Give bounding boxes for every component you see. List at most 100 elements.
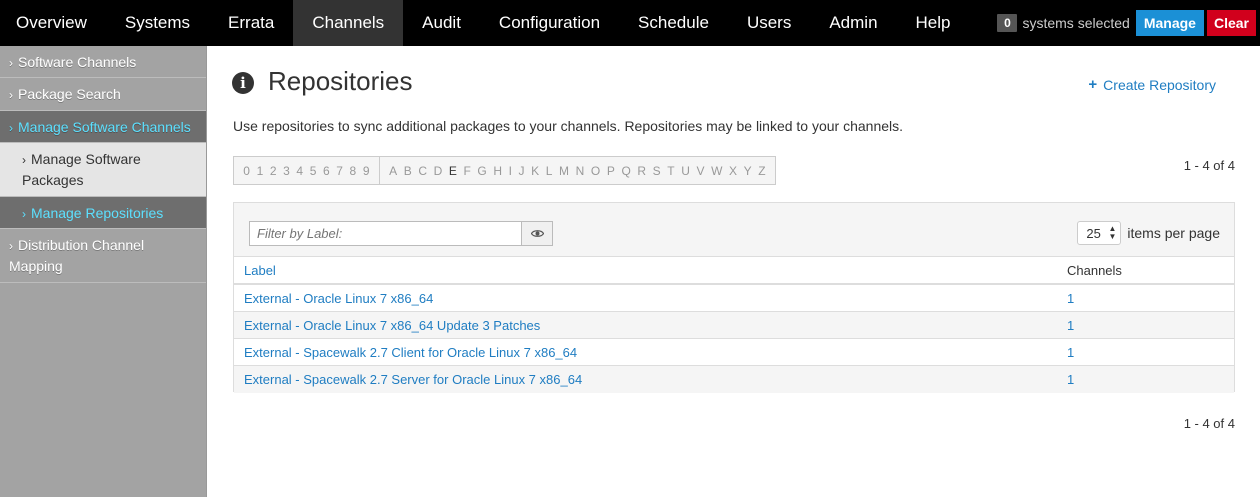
- table-row: External - Spacewalk 2.7 Server for Orac…: [234, 366, 1234, 393]
- nav-users[interactable]: Users: [728, 0, 810, 46]
- sidebar-item-package-search[interactable]: › Package Search: [0, 78, 206, 111]
- info-circle-icon: i: [232, 71, 254, 94]
- nav-help[interactable]: Help: [897, 0, 970, 46]
- systems-selected-text: systems selected: [1022, 15, 1130, 31]
- items-per-page: 25 ▲ ▼ items per page: [1077, 221, 1220, 245]
- systems-count-badge: 0: [997, 14, 1018, 32]
- chevron-right-icon: ›: [22, 207, 26, 221]
- nav-admin[interactable]: Admin: [810, 0, 896, 46]
- table-row: External - Oracle Linux 7 x86_64 1: [234, 285, 1234, 312]
- sidebar-item-label: Distribution Channel Mapping: [9, 237, 145, 274]
- alphabar-1: 1: [256, 163, 264, 178]
- sidebar-item-label: Package Search: [18, 86, 121, 102]
- alphabar-t: T: [667, 163, 675, 178]
- alphabar: 0123456789 ABCDEFGHIJKLMNOPQRSTUVWXYZ: [233, 156, 776, 185]
- alphabar-digits: 0123456789: [234, 157, 379, 184]
- alphabar-2: 2: [269, 163, 277, 178]
- sidebar-item-manage-software-channels[interactable]: › Manage Software Channels: [0, 111, 206, 143]
- alphabar-w: W: [711, 163, 723, 178]
- sidebar-item-manage-software-packages[interactable]: › Manage Software Packages: [0, 143, 206, 197]
- alphabar-c: C: [418, 163, 427, 178]
- filter-button[interactable]: [522, 221, 553, 246]
- sidebar: › Software Channels › Package Search › Mana…: [0, 46, 207, 497]
- alphabar-3: 3: [283, 163, 290, 178]
- manage-button[interactable]: Manage: [1135, 10, 1204, 36]
- repository-channels-link[interactable]: 1: [1067, 318, 1074, 333]
- systems-selected-area: 0 systems selected Manage Clear: [997, 0, 1260, 46]
- repository-label-link[interactable]: External - Oracle Linux 7 x86_64: [234, 291, 1067, 306]
- items-per-page-label: items per page: [1127, 225, 1220, 241]
- alphabar-4: 4: [296, 163, 304, 178]
- sidebar-item-software-channels[interactable]: › Software Channels: [0, 46, 206, 78]
- alphabar-q: Q: [621, 163, 631, 178]
- chevron-right-icon: ›: [9, 56, 13, 70]
- repository-list-panel: 25 ▲▼ items per page Label Channels Exte…: [233, 202, 1235, 393]
- chevron-right-icon: ›: [9, 88, 13, 102]
- chevron-right-icon: ›: [9, 121, 13, 135]
- create-repository-label: Create Repository: [1103, 76, 1216, 93]
- alphabar-5: 5: [309, 163, 317, 178]
- alphabar-7: 7: [336, 163, 343, 178]
- nav-overview[interactable]: Overview: [0, 0, 106, 46]
- alphabar-r: R: [637, 163, 647, 178]
- clear-button[interactable]: Clear: [1206, 10, 1256, 36]
- alphabar-9: 9: [362, 163, 370, 178]
- alphabar-b: B: [403, 163, 412, 178]
- repository-channels-link[interactable]: 1: [1067, 291, 1074, 306]
- items-per-page-select[interactable]: 25 ▲ ▼: [1077, 221, 1122, 245]
- alphabar-d: D: [433, 163, 443, 178]
- alphabar-z: Z: [758, 163, 766, 178]
- create-repository-link[interactable]: + Create Repository: [1088, 76, 1216, 93]
- chevron-right-icon: ›: [22, 153, 26, 167]
- alphabar-v: V: [696, 163, 705, 178]
- page-header: i Repositories: [232, 66, 413, 97]
- alphabar-letters: ABCDEFGHIJKLMNOPQRSTUVWXYZ: [378, 157, 775, 184]
- column-header-channels: Channels: [1067, 262, 1122, 278]
- nav-configuration[interactable]: Configuration: [480, 0, 619, 46]
- alphabar-j: J: [518, 163, 525, 178]
- table-row: External - Oracle Linux 7 x86_64 Update …: [234, 312, 1234, 339]
- table-header: Label Channels: [234, 257, 1234, 285]
- page-title: Repositories: [268, 66, 413, 96]
- repository-label-link[interactable]: External - Spacewalk 2.7 Client for Orac…: [234, 345, 1067, 360]
- alphabar-h: H: [493, 163, 503, 178]
- alphabar-x: X: [728, 163, 737, 178]
- alphabar-e[interactable]: E: [446, 164, 461, 178]
- nav-schedule[interactable]: Schedule: [619, 0, 728, 46]
- alphabar-y: Y: [743, 163, 752, 178]
- alphabar-8: 8: [349, 163, 357, 178]
- sidebar-item-distribution-channel-mapping[interactable]: › Distribution Channel Mapping: [0, 229, 206, 283]
- alphabar-p: P: [606, 163, 615, 178]
- sidebar-item-label: Manage Software Packages: [22, 151, 141, 188]
- repository-channels-link[interactable]: 1: [1067, 372, 1074, 387]
- alphabar-m: M: [559, 163, 570, 178]
- alphabar-i: I: [508, 163, 512, 178]
- repository-label-link[interactable]: External - Spacewalk 2.7 Server for Orac…: [234, 372, 1067, 387]
- alphabar-l: L: [545, 163, 553, 178]
- pagination-count-top: 1 - 4 of 4: [1183, 158, 1235, 173]
- items-per-page-value: 25: [1086, 225, 1101, 241]
- nav-audit[interactable]: Audit: [403, 0, 480, 46]
- repository-channels-link[interactable]: 1: [1067, 345, 1074, 360]
- alphabar-n: N: [575, 163, 585, 178]
- filter-by-label-input[interactable]: [249, 221, 522, 246]
- page-description: Use repositories to sync additional pack…: [233, 118, 904, 134]
- alphabar-g: G: [477, 163, 487, 178]
- alphabar-u: U: [681, 163, 690, 178]
- alphabar-s: S: [652, 163, 661, 178]
- column-header-label[interactable]: Label: [234, 263, 1067, 278]
- sidebar-item-manage-repositories[interactable]: › Manage Repositories: [0, 197, 206, 229]
- alphabar-0: 0: [243, 163, 250, 178]
- top-navigation: Overview Systems Errata Channels Audit C…: [0, 0, 1260, 46]
- nav-systems[interactable]: Systems: [106, 0, 209, 46]
- alphabar-f: F: [463, 163, 471, 178]
- main-content: i Repositories + Create Repository Use r…: [208, 46, 1260, 497]
- repository-label-link[interactable]: External - Oracle Linux 7 x86_64 Update …: [234, 318, 1067, 333]
- nav-errata[interactable]: Errata: [209, 0, 293, 46]
- nav-channels[interactable]: Channels: [293, 0, 404, 46]
- plus-icon: +: [1088, 76, 1098, 93]
- alphabar-a: A: [389, 163, 398, 178]
- sidebar-item-label: Software Channels: [18, 54, 137, 70]
- sidebar-item-label: Manage Repositories: [31, 205, 164, 221]
- chevron-right-icon: ›: [9, 239, 13, 253]
